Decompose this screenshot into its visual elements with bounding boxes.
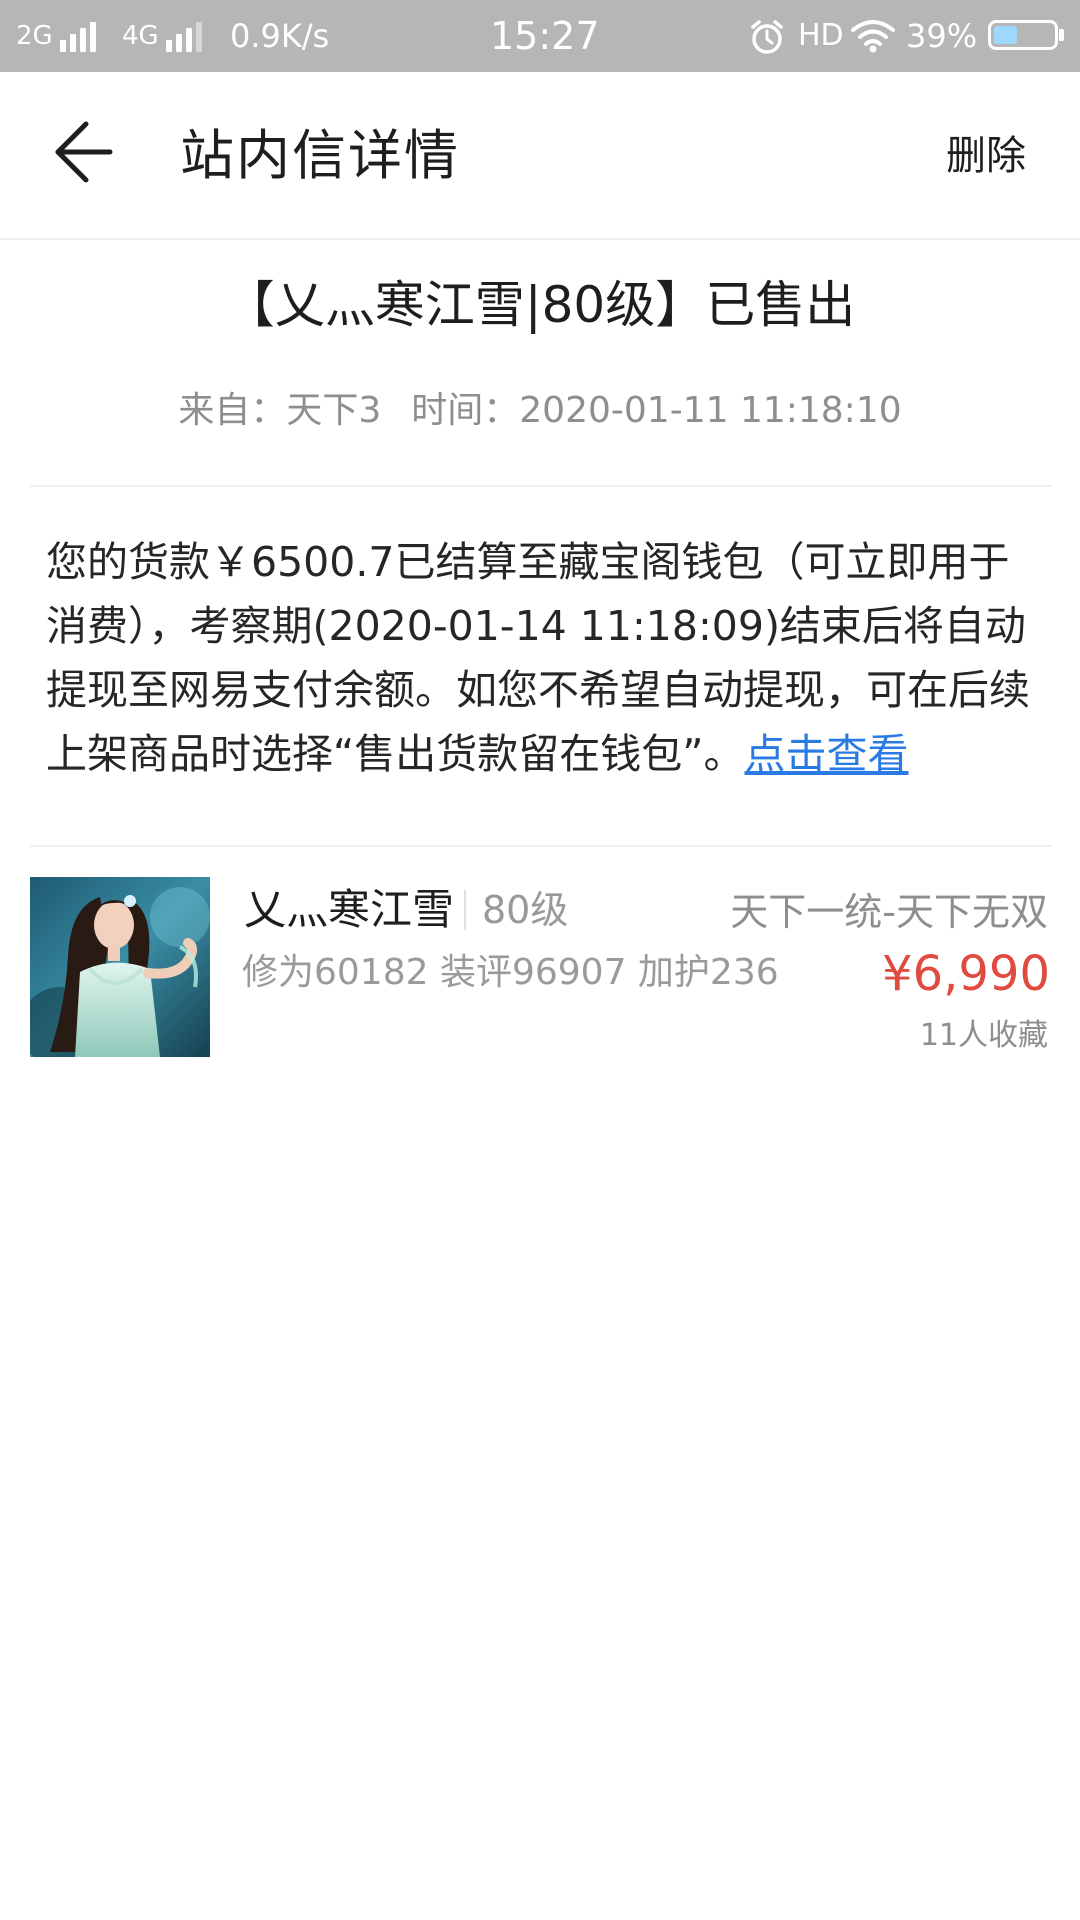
item-price: ¥6,990 (882, 946, 1050, 1002)
divider (30, 485, 1052, 487)
delete-button[interactable]: 删除 (946, 72, 1026, 240)
battery-cap (1059, 29, 1064, 41)
signal-icon (60, 22, 110, 52)
alarm-icon (751, 20, 783, 54)
character-portrait-image (30, 877, 210, 1057)
wifi-icon (851, 20, 895, 53)
message-meta: 来自：天下3 时间：2020-01-11 11:18:10 (0, 386, 1080, 436)
divider (30, 845, 1052, 847)
item-card[interactable]: 乂灬寒江雪 80级 天下一统-天下无双 修为60182 装评96907 加护23… (0, 870, 1080, 1070)
battery-icon (988, 20, 1058, 50)
message-title: 【乂灬寒江雪|80级】已售出 (224, 276, 856, 334)
separator (464, 890, 466, 930)
battery-percent: 39% (906, 17, 978, 55)
item-stats: 修为60182 装评96907 加护236 (242, 952, 779, 993)
arrow-left-icon (55, 121, 113, 183)
page-title: 站内信详情 (180, 124, 460, 187)
message-body: 您的货款￥6500.7已结算至藏宝阁钱包（可立即用于消费），考察期(2020-0… (46, 530, 1046, 786)
hd-indicator: HD (798, 18, 844, 53)
item-thumbnail[interactable] (30, 877, 210, 1057)
message-time: 时间：2020-01-11 11:18:10 (411, 390, 902, 431)
network-speed: 0.9K/s (230, 17, 330, 55)
back-button[interactable] (40, 112, 130, 192)
item-server: 天下一统-天下无双 (730, 890, 1048, 934)
clock: 15:27 (490, 14, 600, 58)
item-name: 乂灬寒江雪 (244, 885, 455, 934)
network-type-1: 2G (16, 21, 53, 51)
network-type-2: 4G (122, 21, 159, 51)
view-details-link[interactable]: 点击查看 (744, 730, 908, 778)
item-level: 80级 (482, 888, 569, 932)
item-favorites: 11人收藏 (919, 1018, 1048, 1053)
app-bar: 站内信详情 删除 (0, 72, 1080, 240)
status-bar: 2G 4G 0.9K/s 15:27 HD 39% (0, 0, 1080, 72)
signal-icon (166, 22, 216, 52)
message-source: 来自：天下3 (178, 390, 382, 431)
